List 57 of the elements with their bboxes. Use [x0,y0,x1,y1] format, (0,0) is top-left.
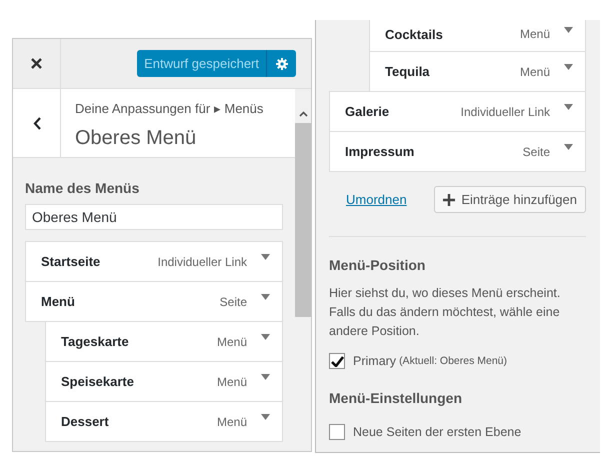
menu-item[interactable]: Tequila Menü [369,51,586,92]
menu-item-type: Seite [220,294,247,310]
plus-icon [443,194,456,206]
menu-item-title: Menü [41,292,75,311]
field-label: Name des Menüs [25,179,140,198]
checkbox[interactable] [329,353,345,370]
menu-item-type: Seite [522,144,550,160]
menu-item-type: Individueller Link [158,254,247,270]
panel-title: Oberes Menü [75,126,198,150]
checkbox[interactable] [329,424,345,440]
menu-item-title: Speisekarte [61,372,134,391]
menu-item-type: Menü [520,64,550,80]
expand-caret-icon[interactable] [564,64,573,70]
menu-item-type: Menü [520,26,550,43]
section-heading: Menü-Einstellungen [329,388,463,408]
menu-item[interactable]: Startseite Individueller Link [25,241,283,282]
menu-item[interactable]: Dessert Menü [45,401,283,442]
menu-item-title: Tequila [385,62,430,81]
settings-icon [276,58,288,70]
menu-item-title: Cocktails [385,26,443,44]
expand-caret-icon[interactable] [261,414,270,420]
menu-item[interactable]: Galerie Individueller Link [329,91,586,132]
back-icon [32,116,40,130]
scroll-up-icon[interactable] [298,111,308,117]
section-description: Hier siehst du, wo dieses Menü erscheint. Falls du das ändern möchtest, wähle eine andere Position. [329,285,562,340]
scrollbar-thumb[interactable] [295,123,311,317]
menu-item-title: Startseite [41,252,100,271]
close-icon [31,58,42,69]
menu-item-title: Galerie [345,102,390,121]
breadcrumb: Deine Anpassungen für ▸ Menüs [75,100,264,118]
expand-caret-icon[interactable] [261,334,270,340]
expand-caret-icon[interactable] [564,27,573,33]
menu-item-type: Menü [216,334,247,350]
menu-item[interactable]: Speisekarte Menü [45,361,283,402]
checkbox-label[interactable]: Primary [353,352,396,371]
menu-item-type: Individueller Link [460,104,550,120]
menu-item[interactable]: Tageskarte Menü [45,321,283,362]
expand-caret-icon[interactable] [261,254,270,260]
location-note: (Aktuell: Oberes Menü) [399,354,508,368]
menu-item[interactable]: Menü Seite [25,281,283,322]
menu-name-input[interactable]: Oberes Menü [25,204,283,230]
menu-item-title: Dessert [61,412,109,431]
menu-item-title: Impressum [345,142,414,161]
menu-item-title: Tageskarte [61,332,129,351]
menu-item[interactable]: Impressum Seite [329,131,586,172]
menu-item-type: Menü [216,414,247,430]
expand-caret-icon[interactable] [564,104,573,110]
menu-item-type: Menü [216,374,247,390]
add-items-button[interactable]: Einträge hinzufügen [434,186,586,213]
menu-item[interactable]: Cocktails Menü [369,20,586,52]
expand-caret-icon[interactable] [261,294,270,300]
expand-caret-icon[interactable] [564,144,573,150]
expand-caret-icon[interactable] [261,374,270,380]
section-heading: Menü-Position [329,256,426,275]
checkbox-label[interactable]: Neue Seiten der ersten Ebene [353,422,522,442]
reorder-link[interactable]: Umordnen [346,190,407,210]
settings-button[interactable] [266,50,296,77]
